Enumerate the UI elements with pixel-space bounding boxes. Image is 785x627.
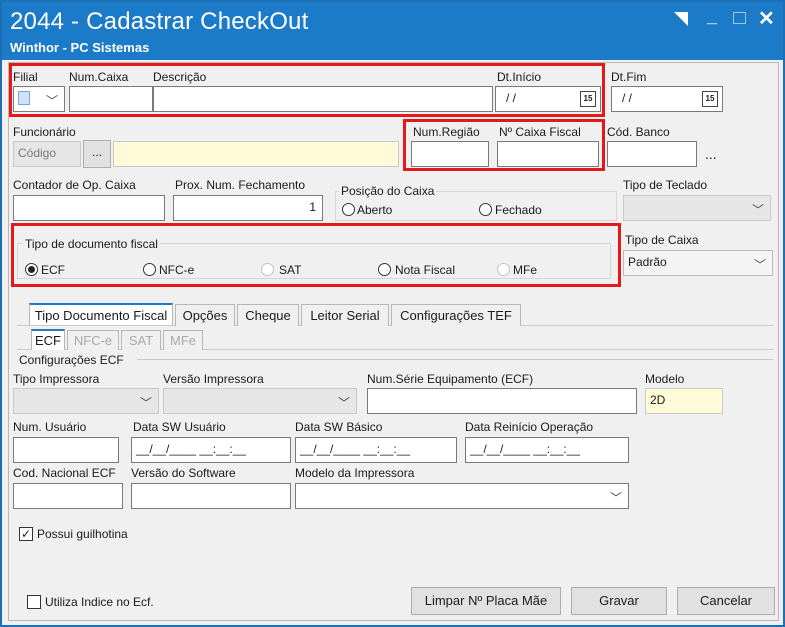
form-area: Filial ﹀ Num.Caixa Descrição Dt.Início /… — [8, 62, 779, 621]
minimize-button[interactable]: _ — [707, 6, 717, 27]
guilhotina-checkbox[interactable]: ✓ — [19, 527, 33, 541]
chevron-down-icon: ﹀ — [337, 396, 350, 410]
data-sw-usuario-label: Data SW Usuário — [133, 420, 226, 434]
modelo-label: Modelo — [645, 372, 685, 386]
tab-tipo-documento-fiscal[interactable]: Tipo Documento Fiscal — [29, 303, 173, 325]
modelo-impressora-label: Modelo da Impressora — [295, 466, 415, 480]
cancelar-button[interactable]: Cancelar — [677, 587, 775, 615]
codigo-placeholder: Código — [18, 146, 57, 160]
cod-banco-input[interactable] — [607, 141, 697, 167]
title-bar[interactable]: 2044 - Cadastrar CheckOut Winthor - PC S… — [2, 2, 783, 60]
prox-num-label: Prox. Num. Fechamento — [175, 178, 306, 192]
close-button[interactable]: ✕ — [758, 6, 775, 31]
versao-software-label: Versão do Software — [131, 466, 236, 480]
gravar-button[interactable]: Gravar — [571, 587, 667, 615]
maximize-button[interactable] — [733, 12, 746, 24]
tipo-teclado-label: Tipo de Teclado — [623, 178, 708, 192]
tipo-caixa-label: Tipo de Caixa — [625, 233, 699, 247]
versao-software-input[interactable] — [131, 483, 291, 509]
cod-nacional-label: Cod. Nacional ECF — [13, 466, 116, 480]
cod-banco-label: Cód. Banco — [607, 125, 670, 139]
data-sw-basico-input[interactable]: __/__/____ __:__:__ — [295, 437, 457, 463]
cod-nacional-input[interactable] — [13, 483, 123, 509]
data-sw-basico-label: Data SW Básico — [295, 420, 383, 434]
fechado-label: Fechado — [495, 203, 542, 217]
funcionario-label: Funcionário — [13, 125, 76, 139]
chevron-down-icon: ﹀ — [139, 396, 152, 410]
dt-fim-value: / / — [622, 91, 633, 105]
subtab-mfe[interactable]: MFe — [163, 330, 203, 350]
data-reinicio-input[interactable]: __/__/____ __:__:__ — [465, 437, 629, 463]
versao-impressora-select[interactable]: ﹀ — [163, 388, 357, 414]
funcionario-name-field — [113, 141, 399, 167]
tab-leitor-serial[interactable]: Leitor Serial — [301, 304, 389, 326]
prox-num-input[interactable]: 1 — [173, 195, 323, 221]
highlight-box-tipo-doc — [11, 223, 621, 287]
subtab-sat[interactable]: SAT — [121, 330, 161, 350]
subtab-ecf[interactable]: ECF — [31, 329, 65, 350]
num-serie-input[interactable] — [367, 388, 637, 414]
utiliza-indice-label: Utiliza Indice no Ecf. — [45, 595, 154, 609]
limpar-placa-mae-button[interactable]: Limpar Nº Placa Mãe — [411, 587, 561, 615]
num-usuario-input[interactable] — [13, 437, 119, 463]
subtab-nfce[interactable]: NFC-e — [67, 330, 119, 350]
aberto-radio[interactable] — [342, 203, 355, 216]
highlight-box-top — [9, 63, 605, 117]
modelo-impressora-select[interactable]: ﹀ — [295, 483, 629, 509]
cadastrar-checkout-window: 2044 - Cadastrar CheckOut Winthor - PC S… — [0, 0, 785, 627]
chevron-down-icon: ﹀ — [609, 491, 622, 505]
configuracoes-ecf-line — [137, 359, 773, 360]
chevron-down-icon: ﹀ — [753, 258, 766, 272]
utiliza-indice-checkbox[interactable] — [27, 595, 41, 609]
dt-fim-input[interactable]: / / 15 — [611, 86, 723, 112]
tipo-impressora-select[interactable]: ﹀ — [13, 388, 159, 414]
calendar-icon[interactable]: 15 — [702, 91, 718, 107]
posicao-label: Posição do Caixa — [339, 184, 437, 198]
window-subtitle: Winthor - PC Sistemas — [10, 40, 150, 55]
contador-label: Contador de Op. Caixa — [13, 178, 136, 192]
tab-opcoes[interactable]: Opções — [175, 304, 235, 326]
window-title: 2044 - Cadastrar CheckOut — [10, 8, 309, 35]
cod-banco-lookup-button[interactable]: ... — [705, 146, 717, 162]
contador-input[interactable] — [13, 195, 165, 221]
restore-icon[interactable] — [674, 12, 688, 26]
versao-impressora-label: Versão Impressora — [163, 372, 264, 386]
tipo-caixa-select[interactable]: Padrão ﹀ — [623, 250, 773, 276]
funcionario-lookup-button[interactable]: ... — [83, 140, 111, 168]
num-usuario-label: Num. Usuário — [13, 420, 87, 434]
chevron-down-icon: ﹀ — [751, 203, 764, 217]
data-sw-usuario-input[interactable]: __/__/____ __:__:__ — [131, 437, 291, 463]
modelo-field: 2D — [645, 388, 723, 414]
data-reinicio-label: Data Reinício Operação — [465, 420, 594, 434]
fechado-radio[interactable] — [479, 203, 492, 216]
tab-cheque[interactable]: Cheque — [237, 304, 299, 326]
tipo-teclado-select[interactable]: ﹀ — [623, 195, 771, 221]
configuracoes-ecf-label: Configurações ECF — [19, 353, 124, 367]
tipo-caixa-value: Padrão — [628, 255, 667, 269]
num-serie-label: Num.Série Equipamento (ECF) — [367, 372, 534, 386]
tab-configuracoes-tef[interactable]: Configurações TEF — [391, 304, 521, 326]
highlight-box-regiao — [403, 119, 605, 171]
guilhotina-label: Possui guilhotina — [37, 527, 128, 541]
tipo-impressora-label: Tipo Impressora — [13, 372, 100, 386]
aberto-label: Aberto — [357, 203, 393, 217]
dt-fim-label: Dt.Fim — [611, 70, 647, 84]
funcionario-codigo-input[interactable]: Código — [13, 141, 81, 167]
